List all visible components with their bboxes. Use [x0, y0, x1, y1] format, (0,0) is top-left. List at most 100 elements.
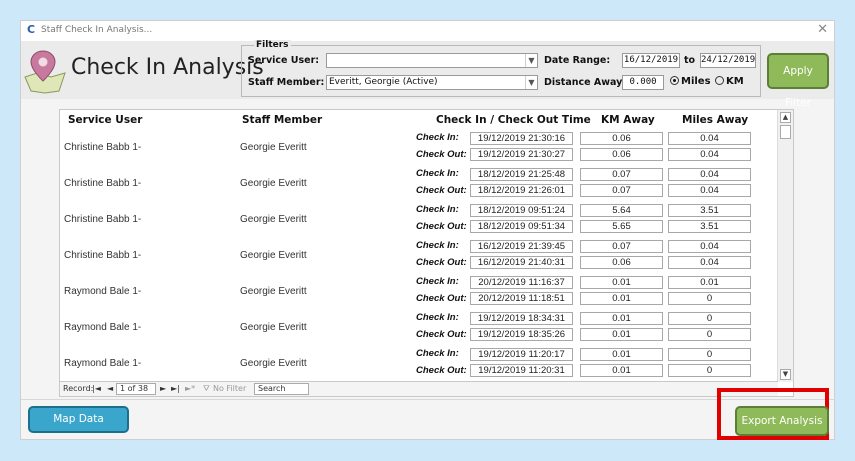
- table-row[interactable]: Christine Babb 1- Georgie Everitt Check …: [60, 166, 778, 202]
- scroll-down-icon[interactable]: ▼: [780, 369, 791, 380]
- km-in-cell[interactable]: 0.01: [580, 312, 663, 325]
- km-in-cell[interactable]: 5.64: [580, 204, 663, 217]
- staff-member-combo[interactable]: Everitt, Georgie (Active) ▼: [326, 75, 538, 90]
- distance-away-label: Distance Away:: [544, 77, 627, 88]
- check-out-time[interactable]: 19/12/2019 18:35:26: [470, 328, 573, 341]
- check-in-label: Check In:: [416, 204, 459, 215]
- km-out-cell[interactable]: 0.06: [580, 256, 663, 269]
- to-label: to: [684, 55, 696, 66]
- km-out-cell[interactable]: 5.65: [580, 220, 663, 233]
- miles-out-cell[interactable]: 0: [668, 328, 751, 341]
- no-filter-label[interactable]: No Filter: [213, 384, 246, 393]
- km-out-cell[interactable]: 0.06: [580, 148, 663, 161]
- miles-out-cell[interactable]: 0.04: [668, 184, 751, 197]
- apply-filter-button[interactable]: Apply Filter: [767, 53, 829, 109]
- km-out-cell[interactable]: 0.07: [580, 184, 663, 197]
- new-record-icon[interactable]: ►*: [185, 384, 195, 393]
- km-in-cell[interactable]: 0.01: [580, 348, 663, 361]
- check-in-time[interactable]: 18/12/2019 21:25:48: [470, 168, 573, 181]
- header-check-time: Check In / Check Out Time: [436, 114, 591, 126]
- km-in-cell[interactable]: 0.07: [580, 168, 663, 181]
- check-in-time[interactable]: 19/12/2019 11:20:17: [470, 348, 573, 361]
- vertical-scrollbar[interactable]: ▲ ▼: [777, 110, 793, 382]
- check-out-time[interactable]: 19/12/2019 11:20:31: [470, 364, 573, 377]
- staff-member-cell: Georgie Everitt: [240, 178, 307, 189]
- miles-in-cell[interactable]: 0: [668, 348, 751, 361]
- app-c-icon: C: [27, 23, 36, 36]
- service-user-combo[interactable]: ▼: [326, 53, 538, 68]
- km-out-cell[interactable]: 0.01: [580, 328, 663, 341]
- record-search-input[interactable]: Search: [254, 383, 309, 395]
- table-row[interactable]: Christine Babb 1- Georgie Everitt Check …: [60, 238, 778, 274]
- table-row[interactable]: Christine Babb 1- Georgie Everitt Check …: [60, 202, 778, 238]
- scroll-thumb[interactable]: [780, 125, 791, 139]
- results-panel: Service User Staff Member Check In / Che…: [59, 109, 794, 397]
- staff-member-cell: Georgie Everitt: [240, 250, 307, 261]
- check-in-time[interactable]: 20/12/2019 11:16:37: [470, 276, 573, 289]
- check-in-time[interactable]: 19/12/2019 21:30:16: [470, 132, 573, 145]
- date-to-field[interactable]: 24/12/2019: [700, 53, 756, 68]
- last-record-icon[interactable]: ►|: [171, 384, 180, 393]
- check-out-time[interactable]: 18/12/2019 21:26:01: [470, 184, 573, 197]
- check-out-label: Check Out:: [416, 257, 467, 268]
- miles-in-cell[interactable]: 0.04: [668, 168, 751, 181]
- km-in-cell[interactable]: 0.01: [580, 276, 663, 289]
- table-row[interactable]: Raymond Bale 1- Georgie Everitt Check In…: [60, 310, 778, 346]
- check-in-label: Check In:: [416, 312, 459, 323]
- check-in-label: Check In:: [416, 276, 459, 287]
- filter-icon: ⛛: [203, 384, 210, 393]
- miles-in-cell[interactable]: 0.01: [668, 276, 751, 289]
- check-in-time[interactable]: 19/12/2019 18:34:31: [470, 312, 573, 325]
- miles-in-cell[interactable]: 0.04: [668, 132, 751, 145]
- table-row[interactable]: Christine Babb 1- Georgie Everitt Check …: [60, 130, 778, 166]
- km-in-cell[interactable]: 0.07: [580, 240, 663, 253]
- chevron-down-icon[interactable]: ▼: [525, 76, 537, 89]
- filters-group: Filters Service User: ▼ Staff Member: Ev…: [241, 40, 761, 97]
- miles-out-cell[interactable]: 3.51: [668, 220, 751, 233]
- check-out-label: Check Out:: [416, 329, 467, 340]
- table-row[interactable]: Raymond Bale 1- Georgie Everitt Check In…: [60, 346, 778, 382]
- miles-in-cell[interactable]: 0: [668, 312, 751, 325]
- staff-member-cell: Georgie Everitt: [240, 322, 307, 333]
- header-miles-away: Miles Away: [682, 114, 749, 126]
- filters-legend: Filters: [254, 40, 291, 50]
- header-service-user: Service User: [68, 114, 143, 126]
- date-from-field[interactable]: 16/12/2019: [622, 53, 680, 68]
- scroll-up-icon[interactable]: ▲: [780, 112, 791, 123]
- distance-away-field[interactable]: 0.000: [622, 75, 664, 90]
- previous-record-icon[interactable]: ◄: [107, 384, 113, 393]
- miles-in-cell[interactable]: 3.51: [668, 204, 751, 217]
- chevron-down-icon[interactable]: ▼: [525, 54, 537, 67]
- check-out-time[interactable]: 19/12/2019 21:30:27: [470, 148, 573, 161]
- first-record-icon[interactable]: |◄: [92, 384, 101, 393]
- miles-out-cell[interactable]: 0: [668, 292, 751, 305]
- check-out-time[interactable]: 20/12/2019 11:18:51: [470, 292, 573, 305]
- check-in-label: Check In:: [416, 168, 459, 179]
- miles-radio[interactable]: Miles: [670, 76, 711, 87]
- check-out-label: Check Out:: [416, 221, 467, 232]
- km-out-cell[interactable]: 0.01: [580, 364, 663, 377]
- check-out-time[interactable]: 18/12/2019 09:51:34: [470, 220, 573, 233]
- map-data-button[interactable]: Map Data: [28, 406, 129, 433]
- window-title: Staff Check In Analysis...: [41, 25, 153, 35]
- km-radio[interactable]: KM: [715, 76, 744, 87]
- export-analysis-button[interactable]: Export Analysis: [735, 406, 829, 436]
- miles-out-cell[interactable]: 0: [668, 364, 751, 377]
- table-row[interactable]: Raymond Bale 1- Georgie Everitt Check In…: [60, 274, 778, 310]
- miles-out-cell[interactable]: 0.04: [668, 256, 751, 269]
- miles-in-cell[interactable]: 0.04: [668, 240, 751, 253]
- miles-out-cell[interactable]: 0.04: [668, 148, 751, 161]
- check-in-time[interactable]: 16/12/2019 21:39:45: [470, 240, 573, 253]
- next-record-icon[interactable]: ►: [160, 384, 166, 393]
- km-out-cell[interactable]: 0.01: [580, 292, 663, 305]
- km-in-cell[interactable]: 0.06: [580, 132, 663, 145]
- record-position[interactable]: 1 of 38: [116, 383, 156, 395]
- results-list: Christine Babb 1- Georgie Everitt Check …: [60, 130, 778, 382]
- radio-unselected-icon: [715, 76, 724, 85]
- map-pin-icon: [24, 50, 66, 94]
- service-user-cell: Christine Babb 1-: [64, 214, 142, 225]
- check-out-time[interactable]: 16/12/2019 21:40:31: [470, 256, 573, 269]
- staff-member-cell: Georgie Everitt: [240, 358, 307, 369]
- check-in-time[interactable]: 18/12/2019 09:51:24: [470, 204, 573, 217]
- close-icon[interactable]: ✕: [817, 23, 828, 37]
